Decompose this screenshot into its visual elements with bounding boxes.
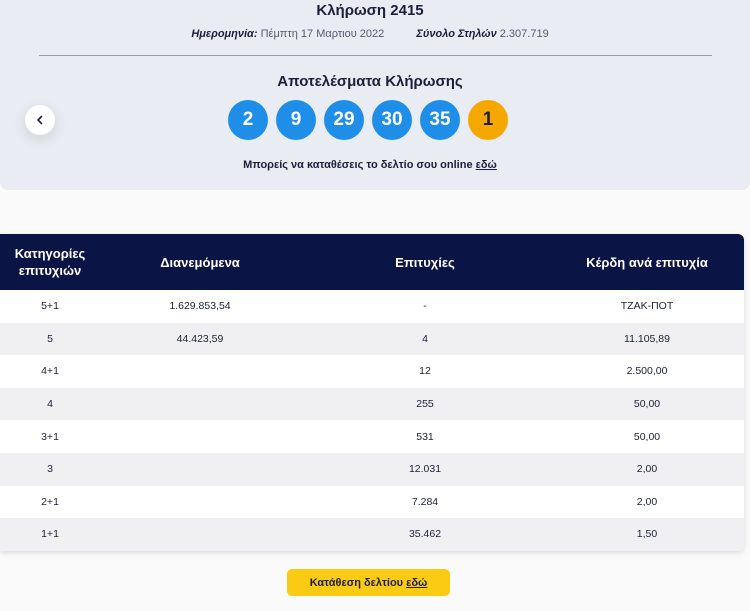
number-ball: 29 [324, 100, 364, 140]
table-row: 3+1 531 50,00 [0, 420, 744, 453]
results-title: Αποτελέσματα Κλήρωσης [277, 73, 463, 90]
columns-label: Σύνολο Στηλών [416, 28, 497, 40]
submit-ticket-label: Κατάθεση δελτίου [309, 576, 404, 589]
date-value: Πέμπτη 17 Μαρτιου 2022 [260, 28, 385, 40]
cell-winners: 4 [422, 332, 428, 345]
draw-title: Κλήρωση 2415 [316, 2, 424, 19]
cell-category: 5 [47, 332, 53, 345]
table-row: 3 12.031 2,00 [0, 452, 744, 486]
header-category: Κατηγορίες επιτυχιών [14, 246, 86, 278]
online-note: Μπορείς να καταθέσεις το δελτίο σου onli… [0, 159, 740, 171]
cell-prize: 11.105,89 [624, 332, 670, 345]
table-row: 4 255 50,00 [0, 387, 744, 421]
cell-category: 3+1 [41, 430, 59, 443]
cell-distributed [100, 355, 300, 388]
table-row: 4+1 12 2.500,00 [0, 355, 744, 388]
header-prize: Κέρδη ανά επιτυχία [586, 254, 708, 270]
header-distributed: Διανεμόμενα [160, 254, 240, 270]
cell-winners: 7.284 [411, 495, 439, 508]
cell-prize: 50,00 [633, 398, 661, 411]
prize-table: Κατηγορίες επιτυχιών Διανεμόμενα Επιτυχί… [0, 234, 744, 551]
table-header-row: Κατηγορίες επιτυχιών Διανεμόμενα Επιτυχί… [0, 234, 744, 290]
chevron-left-icon [37, 115, 43, 125]
winning-numbers: 2 9 29 30 35 1 [228, 100, 508, 140]
cell-category: 4 [47, 398, 53, 411]
cell-prize: ΤΖΑΚ-ΠΟΤ [620, 300, 674, 313]
cell-prize: 1,50 [636, 528, 658, 541]
divider [39, 55, 712, 56]
cell-category: 3 [47, 463, 53, 476]
cell-winners: 12 [419, 365, 431, 378]
submit-ticket-button[interactable]: Κατάθεση δελτίου εδώ [287, 569, 450, 596]
online-text: Μπορείς να καταθέσεις το δελτίο σου onli… [243, 159, 473, 171]
number-ball: 30 [372, 100, 412, 140]
cell-winners: 12.031 [408, 463, 442, 476]
columns-value: 2.307.719 [499, 28, 549, 40]
draw-info-panel: Κλήρωση 2415 Ημερομηνία: Πέμπτη 17 Μαρτι… [0, 0, 750, 190]
cell-distributed [100, 486, 300, 519]
number-ball: 9 [276, 100, 316, 140]
cell-distributed [100, 420, 300, 453]
cell-category: 1+1 [41, 528, 59, 541]
cell-prize: 2,00 [636, 495, 658, 508]
table-row: 1+1 35.462 1,50 [0, 518, 744, 551]
cell-category: 2+1 [41, 495, 59, 508]
joker-ball: 1 [468, 100, 508, 140]
cell-category: 4+1 [41, 365, 59, 378]
cell-winners: 35.462 [408, 528, 442, 541]
previous-draw-button[interactable] [25, 105, 55, 135]
online-link[interactable]: εδώ [476, 159, 497, 171]
date-label: Ημερομηνία: [191, 28, 258, 40]
cell-prize: 2.500,00 [626, 365, 668, 378]
cell-category: 5+1 [41, 300, 59, 313]
cell-prize: 50,00 [633, 430, 661, 443]
cell-distributed [100, 388, 300, 421]
table-row: 5+1 1.629.853,54 - ΤΖΑΚ-ΠΟΤ [0, 290, 744, 323]
header-winners: Επιτυχίες [395, 254, 455, 270]
number-ball: 2 [228, 100, 268, 140]
submit-ticket-link[interactable]: εδώ [406, 577, 427, 589]
table-row: 5 44.423,59 4 11.105,89 [0, 322, 744, 356]
cell-distributed [100, 518, 300, 551]
cell-winners: 531 [416, 430, 434, 443]
cell-winners: 255 [416, 398, 434, 411]
cell-distributed [100, 453, 300, 486]
cell-prize: 2,00 [636, 463, 658, 476]
cell-distributed: 1.629.853,54 [169, 300, 231, 313]
table-row: 2+1 7.284 2,00 [0, 485, 744, 519]
cell-distributed: 44.423,59 [176, 332, 224, 345]
cell-winners: - [423, 300, 427, 313]
number-ball: 35 [420, 100, 460, 140]
draw-meta: Ημερομηνία: Πέμπτη 17 Μαρτιου 2022 Σύνολ… [0, 28, 740, 40]
